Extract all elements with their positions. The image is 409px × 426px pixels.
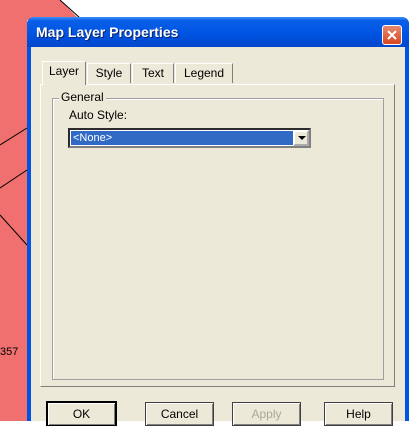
cancel-button[interactable]: Cancel — [145, 402, 214, 426]
dialog-title: Map Layer Properties — [36, 24, 179, 40]
general-group-title: General — [59, 90, 106, 104]
close-button[interactable] — [382, 25, 402, 45]
map-layer-properties-dialog: Map Layer Properties Layer Style Text Le… — [27, 17, 409, 426]
tab-layer[interactable]: Layer — [42, 61, 86, 85]
tab-panel-layer: General Auto Style: <None> — [40, 84, 395, 387]
auto-style-label: Auto Style: — [69, 108, 128, 122]
title-bar[interactable]: Map Layer Properties — [27, 17, 409, 47]
auto-style-dropdown[interactable]: <None> — [68, 128, 311, 148]
apply-button[interactable]: Apply — [232, 402, 301, 426]
ok-button[interactable]: OK — [47, 402, 116, 426]
chevron-down-icon — [298, 136, 306, 140]
map-feature-label: 357 — [0, 346, 19, 358]
tab-text[interactable]: Text — [132, 63, 174, 83]
tab-style[interactable]: Style — [87, 63, 131, 83]
dropdown-arrow-button[interactable] — [293, 130, 309, 146]
tab-legend[interactable]: Legend — [175, 63, 233, 83]
auto-style-selected-value: <None> — [70, 130, 295, 146]
dialog-client-area: Layer Style Text Legend General Auto Sty… — [31, 47, 405, 426]
help-button[interactable]: Help — [324, 402, 393, 426]
close-icon — [387, 30, 397, 40]
